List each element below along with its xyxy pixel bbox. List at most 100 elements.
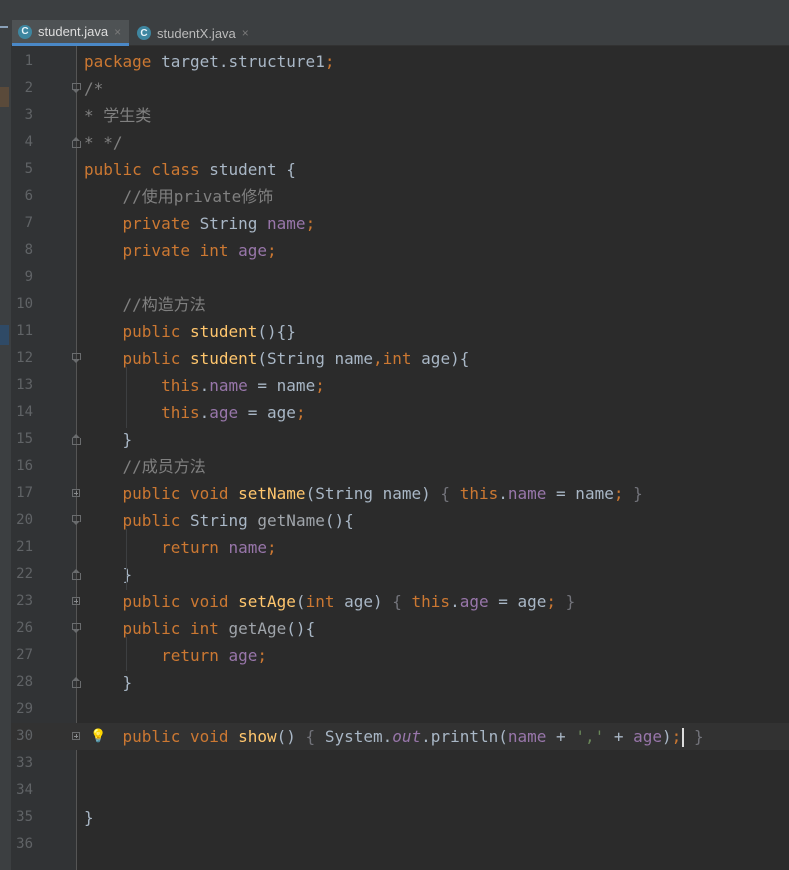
- code-token: ): [662, 727, 672, 746]
- code-token: = name: [247, 376, 316, 395]
- fold-marker-icon[interactable]: [71, 514, 81, 526]
- code-token: age: [238, 241, 268, 260]
- fold-marker-icon[interactable]: [71, 136, 81, 148]
- code-line[interactable]: 14 this.age = age;: [11, 399, 789, 426]
- code-text: public void setAge(int age) { this.age =…: [84, 588, 576, 615]
- code-token: private int: [122, 241, 239, 260]
- tab-studentx-java[interactable]: C studentX.java ×: [131, 20, 259, 46]
- line-number[interactable]: 9: [11, 264, 33, 291]
- line-number[interactable]: 15: [11, 426, 33, 453]
- line-number[interactable]: 4: [11, 129, 33, 156]
- code-line[interactable]: 4 * */: [11, 129, 789, 156]
- code-token: name: [209, 376, 248, 395]
- code-text: this.name = name;: [84, 372, 325, 399]
- line-number[interactable]: 36: [11, 831, 33, 858]
- code-line[interactable]: 8 private int age;: [11, 237, 789, 264]
- line-number[interactable]: 6: [11, 183, 33, 210]
- fold-marker-icon[interactable]: [71, 433, 81, 445]
- line-number[interactable]: 28: [11, 669, 33, 696]
- line-number[interactable]: 1: [11, 48, 33, 75]
- line-number[interactable]: 8: [11, 237, 33, 264]
- code-line[interactable]: 21 return name;: [11, 534, 789, 561]
- code-token: /*: [84, 79, 104, 98]
- code-line[interactable]: 1 package target.structure1;: [11, 48, 789, 75]
- code-line[interactable]: 2 /*: [11, 75, 789, 102]
- line-number[interactable]: 34: [11, 777, 33, 804]
- line-number[interactable]: 3: [11, 102, 33, 129]
- line-number[interactable]: 7: [11, 210, 33, 237]
- code-line[interactable]: 26 public int getAge(){: [11, 615, 789, 642]
- code-line[interactable]: 3 * 学生类: [11, 102, 789, 129]
- line-number[interactable]: 10: [11, 291, 33, 318]
- line-number[interactable]: 21: [11, 534, 33, 561]
- code-token: public class: [84, 160, 210, 179]
- line-number[interactable]: 27: [11, 642, 33, 669]
- code-token: age: [228, 646, 258, 665]
- code-line[interactable]: 12 public student(String name,int age){: [11, 345, 789, 372]
- line-number[interactable]: 20: [11, 507, 33, 534]
- code-line[interactable]: 30 💡 public void show() { System.out.prin…: [11, 723, 789, 750]
- code-text: private int age;: [84, 237, 277, 264]
- code-line[interactable]: 22 }: [11, 561, 789, 588]
- code-line[interactable]: 27 return age;: [11, 642, 789, 669]
- line-number[interactable]: 35: [11, 804, 33, 831]
- code-token: student {: [209, 160, 296, 179]
- line-number[interactable]: 16: [11, 453, 33, 480]
- code-line[interactable]: 34: [11, 777, 789, 804]
- fold-marker-icon[interactable]: [71, 568, 81, 580]
- line-number[interactable]: 13: [11, 372, 33, 399]
- code-line[interactable]: 5 public class student {: [11, 156, 789, 183]
- fold-expand-icon[interactable]: [72, 732, 80, 740]
- line-number[interactable]: 26: [11, 615, 33, 642]
- code-line[interactable]: 33: [11, 750, 789, 777]
- code-text: * 学生类: [84, 102, 151, 129]
- fold-marker-icon[interactable]: [71, 622, 81, 634]
- line-number[interactable]: 30: [11, 723, 33, 750]
- line-number[interactable]: 12: [11, 345, 33, 372]
- code-line[interactable]: 6 //使用private修饰: [11, 183, 789, 210]
- line-number[interactable]: 11: [11, 318, 33, 345]
- code-line[interactable]: 13 this.name = name;: [11, 372, 789, 399]
- code-line[interactable]: 16 //成员方法: [11, 453, 789, 480]
- code-text: /*: [84, 75, 103, 102]
- code-text: return age;: [84, 642, 267, 669]
- fold-marker-icon[interactable]: [71, 676, 81, 688]
- code-token: public void: [122, 484, 239, 503]
- code-line[interactable]: 36: [11, 831, 789, 858]
- fold-marker-icon[interactable]: [71, 82, 81, 94]
- close-icon[interactable]: ×: [114, 25, 121, 39]
- fold-marker-icon[interactable]: [71, 352, 81, 364]
- line-number[interactable]: 29: [11, 696, 33, 723]
- code-line[interactable]: 7 private String name;: [11, 210, 789, 237]
- fold-expand-icon[interactable]: [72, 597, 80, 605]
- line-number[interactable]: 33: [11, 750, 33, 777]
- code-line[interactable]: 29: [11, 696, 789, 723]
- code-line[interactable]: 15 }: [11, 426, 789, 453]
- code-token: .: [199, 376, 210, 395]
- code-token: +: [604, 727, 634, 746]
- code-token: .: [450, 592, 460, 611]
- code-line[interactable]: 20 public String getName(){: [11, 507, 789, 534]
- code-line[interactable]: 35}: [11, 804, 789, 831]
- code-line[interactable]: 11 public student(){}: [11, 318, 789, 345]
- line-number[interactable]: 23: [11, 588, 33, 615]
- code-token: show: [238, 727, 277, 746]
- code-line[interactable]: 17 public void setName(String name) { th…: [11, 480, 789, 507]
- code-token: }: [84, 565, 133, 584]
- code-line[interactable]: 9: [11, 264, 789, 291]
- close-icon[interactable]: ×: [242, 26, 249, 40]
- fold-expand-icon[interactable]: [72, 489, 80, 497]
- tab-student-java[interactable]: C student.java ×: [12, 20, 129, 46]
- code-line[interactable]: 10 //构造方法: [11, 291, 789, 318]
- code-line[interactable]: 23 public void setAge(int age) { this.ag…: [11, 588, 789, 615]
- line-number[interactable]: 14: [11, 399, 33, 426]
- code-line[interactable]: 28 }: [11, 669, 789, 696]
- line-number[interactable]: 5: [11, 156, 33, 183]
- line-number[interactable]: 2: [11, 75, 33, 102]
- line-number[interactable]: 17: [11, 480, 33, 507]
- line-number[interactable]: 22: [11, 561, 33, 588]
